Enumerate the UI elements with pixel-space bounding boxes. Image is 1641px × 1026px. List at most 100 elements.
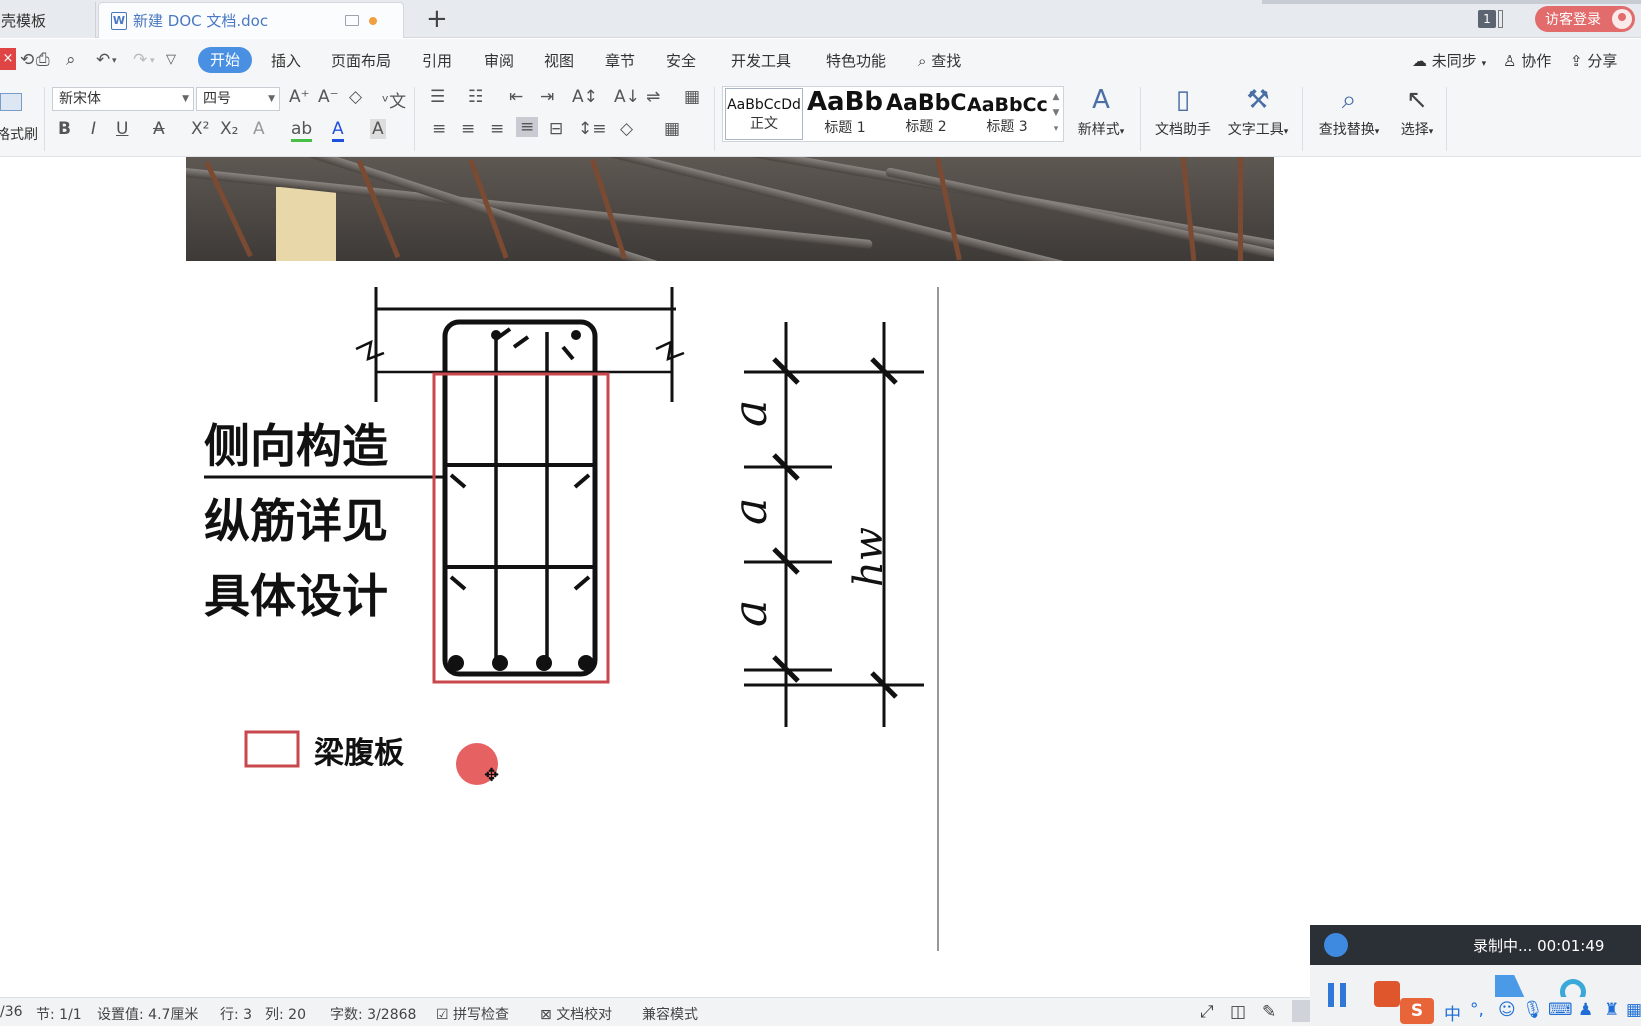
justify-icon[interactable]: ≡: [516, 117, 539, 137]
ime-mode[interactable]: 中: [1444, 1000, 1461, 1025]
new-style-button[interactable]: A 新样式▾: [1072, 85, 1130, 139]
page-view-icon[interactable]: [1292, 1000, 1312, 1022]
italic-icon[interactable]: I: [91, 119, 96, 139]
style-heading2[interactable]: AaBbC 标题 2: [886, 87, 966, 141]
new-style-icon: A: [1092, 85, 1110, 115]
grow-font-icon[interactable]: A⁺: [289, 87, 310, 107]
bullet-list-icon[interactable]: ☰: [430, 87, 445, 107]
open-icon[interactable]: ⟲: [20, 50, 34, 70]
menu-page-layout[interactable]: 页面布局: [331, 50, 391, 71]
dim-hw: hw: [846, 527, 892, 587]
menu-security[interactable]: 安全: [666, 50, 696, 71]
skin-icon[interactable]: ♜: [1604, 1000, 1619, 1020]
shrink-font-icon[interactable]: A⁻: [318, 87, 339, 107]
collab-button[interactable]: ♙ 协作: [1503, 50, 1551, 71]
font-size-value: 四号: [203, 91, 231, 107]
format-painter-label[interactable]: 格式刷: [0, 124, 38, 144]
text-direction-icon[interactable]: A↕: [572, 87, 598, 107]
ribbon: 格式刷 新宋体 ▼ 四号 ▼ A⁺ A⁻ ◇ ᵛ文 B I U A X² X₂ …: [0, 81, 1641, 157]
style-normal[interactable]: AaBbCcDd 正文: [725, 88, 803, 140]
menu-dev-tools[interactable]: 开发工具: [731, 50, 791, 71]
sort-icon[interactable]: A↓: [614, 87, 640, 107]
styles-scroll[interactable]: ▲ ▼ ▾: [1049, 89, 1063, 139]
share-button[interactable]: ⇪ 分享: [1570, 50, 1617, 71]
page-indicator[interactable]: /36: [0, 1004, 23, 1020]
line-spacing-icon[interactable]: ↕≡: [578, 119, 607, 139]
word-count[interactable]: 字数: 3/2868: [330, 1004, 416, 1024]
style-heading1[interactable]: AaBb 标题 1: [805, 87, 885, 141]
customize-toolbar-icon[interactable]: ▽: [166, 52, 176, 67]
spell-check-button[interactable]: ☑ 拼写检查: [436, 1004, 509, 1024]
menu-references[interactable]: 引用: [422, 50, 452, 71]
text-effect-icon[interactable]: A: [253, 119, 265, 139]
edit-mode-icon[interactable]: ✎: [1262, 1002, 1276, 1022]
superscript-icon[interactable]: X²: [191, 119, 209, 139]
subscript-icon[interactable]: X₂: [220, 119, 238, 139]
menu-grid-icon[interactable]: ▦: [1626, 1000, 1641, 1020]
tab-document[interactable]: W 新建 DOC 文档.doc: [98, 2, 404, 38]
phonetic-guide-icon[interactable]: ᵛ文: [382, 87, 406, 112]
menu-features[interactable]: 特色功能: [826, 50, 886, 71]
numbered-list-icon[interactable]: ☷: [468, 87, 483, 107]
stop-icon[interactable]: [1374, 981, 1400, 1007]
search-button[interactable]: ⌕ 查找: [918, 50, 961, 71]
window-count-badge[interactable]: 1: [1478, 10, 1496, 28]
mic-icon[interactable]: 🎙: [1522, 1000, 1544, 1020]
find-replace-button[interactable]: ⌕ 查找替换▾: [1312, 85, 1386, 139]
undo-dropdown-icon[interactable]: ▾: [112, 56, 117, 66]
strikethrough-icon[interactable]: A: [153, 119, 165, 139]
close-popup-button[interactable]: ×: [0, 48, 16, 70]
align-right-icon[interactable]: ≡: [490, 119, 504, 139]
select-button[interactable]: ↖ 选择▾: [1392, 85, 1442, 139]
increase-indent-icon[interactable]: ⇥: [540, 87, 554, 107]
clear-format-icon[interactable]: ◇: [349, 87, 362, 107]
paste-icon[interactable]: [0, 93, 22, 111]
sogou-logo-icon[interactable]: S: [1400, 998, 1434, 1024]
undo-icon[interactable]: ↶: [96, 50, 110, 70]
font-size-select[interactable]: 四号 ▼: [196, 87, 280, 111]
ime-punct[interactable]: °,: [1470, 1000, 1484, 1020]
style-heading3-preview: AaBbCc: [967, 94, 1047, 116]
pause-icon[interactable]: [1328, 983, 1348, 1007]
menu-chapter[interactable]: 章节: [605, 50, 635, 71]
tab-template-label: 稻壳模板: [0, 11, 47, 30]
char-shading-icon[interactable]: A: [370, 119, 386, 139]
login-button[interactable]: 访客登录: [1535, 6, 1635, 32]
tab-template[interactable]: 稻壳模板: [0, 2, 96, 38]
redo-icon[interactable]: ↷: [133, 50, 147, 70]
decrease-indent-icon[interactable]: ⇤: [509, 87, 523, 107]
table-layout-icon[interactable]: ▦: [684, 87, 700, 107]
fullscreen-icon[interactable]: ⤢: [1200, 1002, 1214, 1022]
underline-icon[interactable]: U: [116, 119, 128, 139]
section-indicator: 节: 1/1: [36, 1007, 82, 1023]
font-color-icon[interactable]: A: [332, 119, 344, 142]
sync-button[interactable]: ☁ 未同步 ▾: [1412, 50, 1486, 71]
align-center-icon[interactable]: ≡: [461, 119, 475, 139]
new-tab-button[interactable]: +: [426, 4, 448, 34]
text-tools-button[interactable]: ⚒ 文字工具▾: [1222, 85, 1294, 139]
borders-icon[interactable]: ▦: [664, 119, 680, 139]
emoji-icon[interactable]: ☺: [1498, 1000, 1516, 1020]
read-mode-icon[interactable]: ◫: [1230, 1002, 1246, 1022]
distribute-icon[interactable]: ⊟: [549, 119, 563, 139]
document-canvas[interactable]: 侧向构造 纵筋详见 具体设计 梁腹板 a a a hw ✥: [0, 157, 1641, 997]
menu-insert[interactable]: 插入: [271, 50, 301, 71]
keyboard-icon[interactable]: ⌨: [1548, 1000, 1573, 1020]
redo-dropdown-icon[interactable]: ▾: [150, 56, 155, 66]
print-preview-icon[interactable]: ⌕: [66, 50, 76, 70]
menu-view[interactable]: 视图: [544, 50, 574, 71]
monitor-icon[interactable]: [345, 15, 359, 26]
font-name-select[interactable]: 新宋体 ▼: [52, 87, 194, 111]
style-heading3[interactable]: AaBbCc 标题 3: [967, 87, 1047, 141]
proofread-button[interactable]: ⊠ 文档校对: [540, 1004, 612, 1024]
doc-assistant-button[interactable]: ▯ 文档助手: [1150, 85, 1216, 139]
align-left-icon[interactable]: ≡: [432, 119, 446, 139]
bold-icon[interactable]: B: [58, 119, 71, 139]
shading-icon[interactable]: ◇: [620, 119, 633, 139]
print-icon[interactable]: ⎙: [36, 50, 50, 70]
highlight-icon[interactable]: ab: [291, 119, 313, 142]
user-icon[interactable]: ♟: [1578, 1000, 1593, 1020]
menu-start[interactable]: 开始: [198, 47, 252, 73]
paragraph-mark-icon[interactable]: ⇌: [646, 87, 660, 107]
menu-review[interactable]: 审阅: [484, 50, 514, 71]
